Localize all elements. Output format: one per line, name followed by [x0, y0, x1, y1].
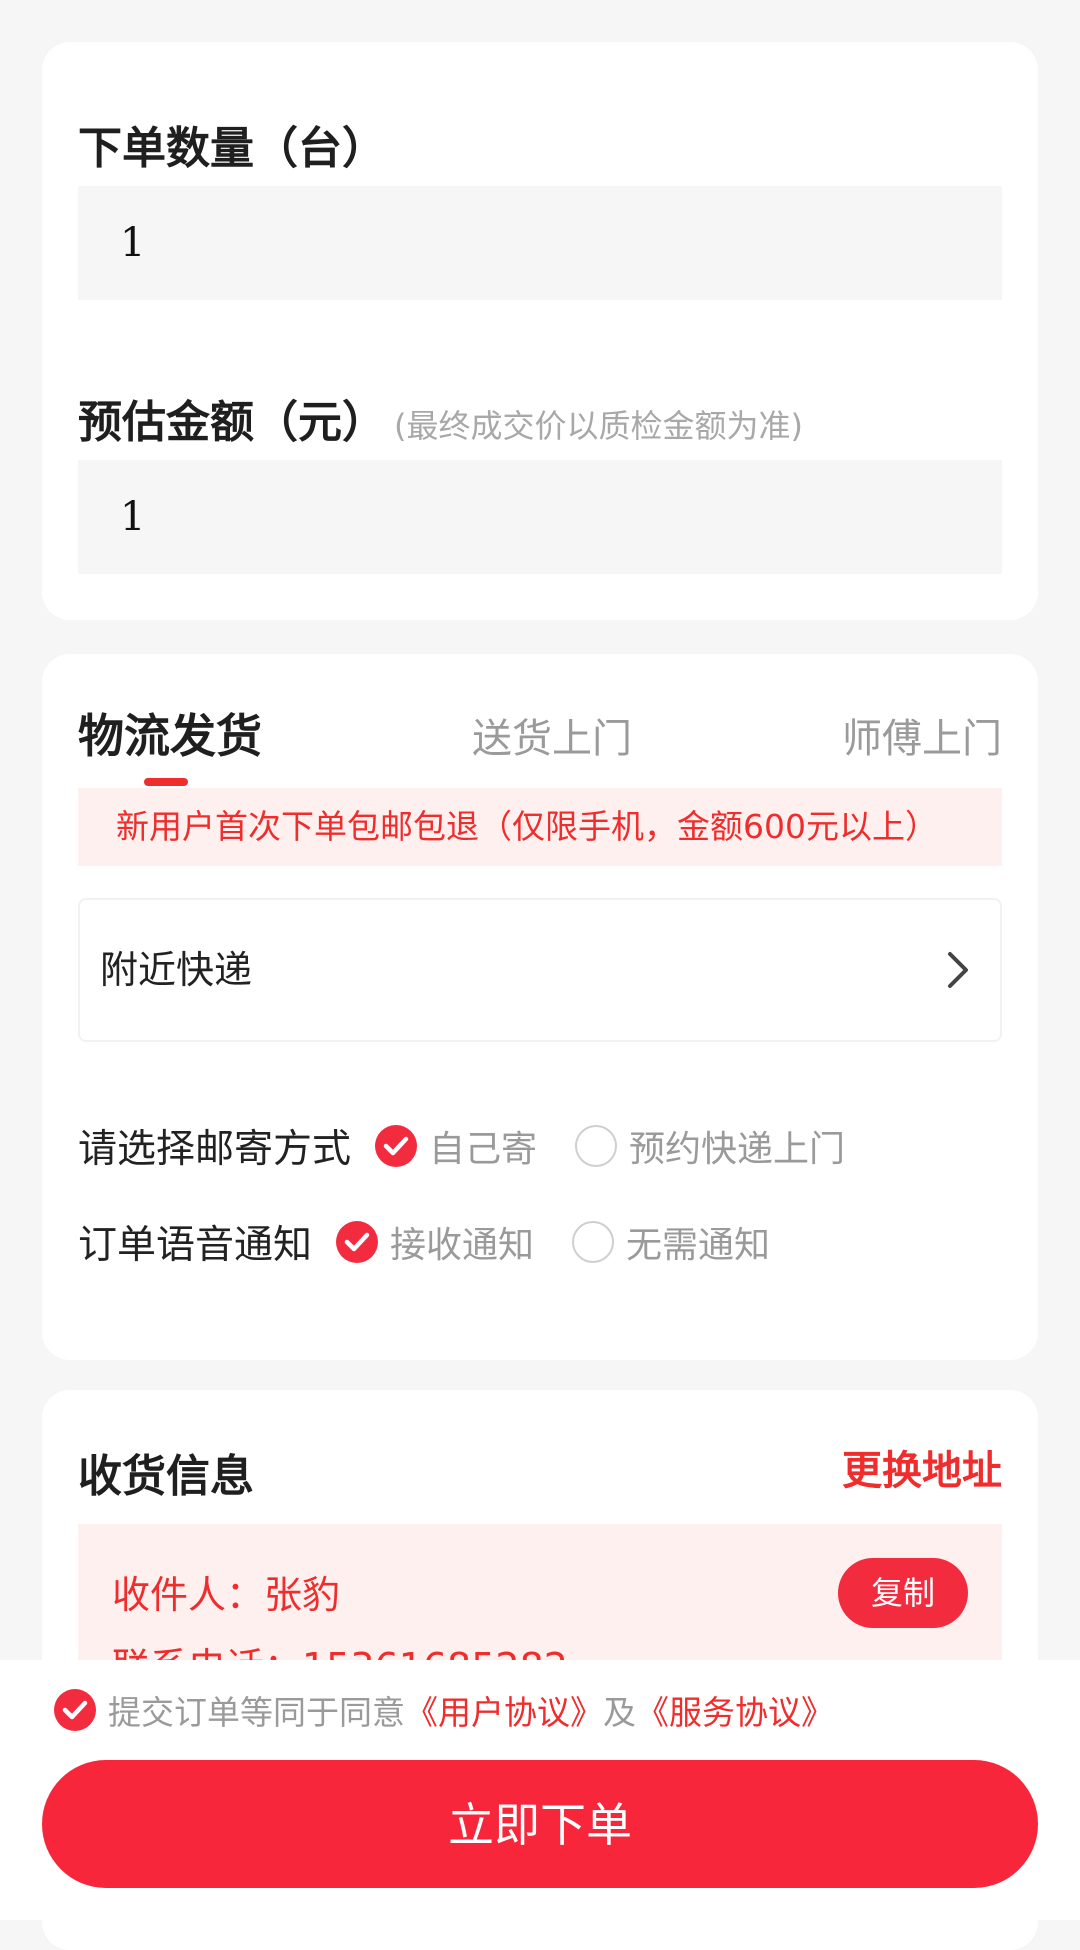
agreement-and: 及 [603, 1693, 636, 1732]
radio-receive-notice-label: 接收通知 [390, 1225, 535, 1266]
check-circle-icon [375, 1125, 418, 1167]
amount-title-text: 预估金额（元） [78, 397, 386, 448]
amount-title: 预估金额（元） (最终成交价以质检金额为准) [78, 386, 803, 450]
copy-button[interactable]: 复制 [838, 1558, 968, 1628]
tab-technician-visit[interactable]: 师傅上门 [842, 706, 1002, 764]
submit-order-button[interactable]: 立即下单 [42, 1760, 1038, 1888]
radio-self-send-label: 自己寄 [429, 1129, 538, 1170]
promo-banner: 新用户首次下单包邮包退（仅限手机，金额600元以上） [78, 788, 1002, 866]
mail-method-row: 请选择邮寄方式 自己寄 预约快递上门 [78, 1116, 883, 1176]
empty-circle-icon [572, 1221, 615, 1263]
nearby-courier-row[interactable]: 附近快递 [78, 898, 1002, 1042]
nearby-courier-label: 附近快递 [100, 948, 253, 992]
radio-no-notice[interactable]: 无需通知 [572, 1216, 770, 1268]
agreement-row[interactable]: 提交订单等同于同意 《用户协议》 及 《服务协议》 [54, 1686, 834, 1734]
check-circle-icon[interactable] [54, 1689, 96, 1731]
tab-home-delivery[interactable]: 送货上门 [472, 706, 632, 764]
radio-courier-pickup-label: 预约快递上门 [629, 1129, 846, 1170]
tab-logistics[interactable]: 物流发货 [78, 700, 262, 766]
check-circle-icon [336, 1221, 379, 1263]
service-agreement-link[interactable]: 《服务协议》 [636, 1686, 834, 1734]
voice-notice-row: 订单语音通知 接收通知 无需通知 [78, 1212, 808, 1272]
agreement-prefix: 提交订单等同于同意 [108, 1693, 405, 1732]
quantity-title: 下单数量（台） [78, 123, 386, 174]
address-title: 收货信息 [78, 1451, 254, 1502]
active-tab-indicator [144, 778, 188, 786]
bottom-bar: 提交订单等同于同意 《用户协议》 及 《服务协议》 立即下单 [0, 1660, 1080, 1920]
shipping-card: 物流发货 送货上门 师傅上门 新用户首次下单包邮包退（仅限手机，金额600元以上… [42, 654, 1038, 1360]
empty-circle-icon [575, 1125, 618, 1167]
user-agreement-link[interactable]: 《用户协议》 [405, 1686, 603, 1734]
chevron-right-icon [948, 952, 968, 988]
mail-method-label: 请选择邮寄方式 [78, 1127, 352, 1172]
recipient-name: 收件人：张豹 [112, 1573, 341, 1617]
radio-courier-pickup[interactable]: 预约快递上门 [575, 1120, 845, 1172]
quantity-input[interactable]: 1 [78, 186, 1002, 300]
amount-input[interactable]: 1 [78, 460, 1002, 574]
radio-self-send[interactable]: 自己寄 [375, 1120, 537, 1172]
order-card: 下单数量（台） 1 预估金额（元） (最终成交价以质检金额为准) 1 [42, 42, 1038, 620]
voice-notice-label: 订单语音通知 [78, 1223, 313, 1268]
radio-receive-notice[interactable]: 接收通知 [336, 1216, 534, 1268]
radio-no-notice-label: 无需通知 [626, 1225, 771, 1266]
amount-hint: (最终成交价以质检金额为准) [394, 407, 803, 445]
change-address-link[interactable]: 更换地址 [842, 1438, 1002, 1496]
